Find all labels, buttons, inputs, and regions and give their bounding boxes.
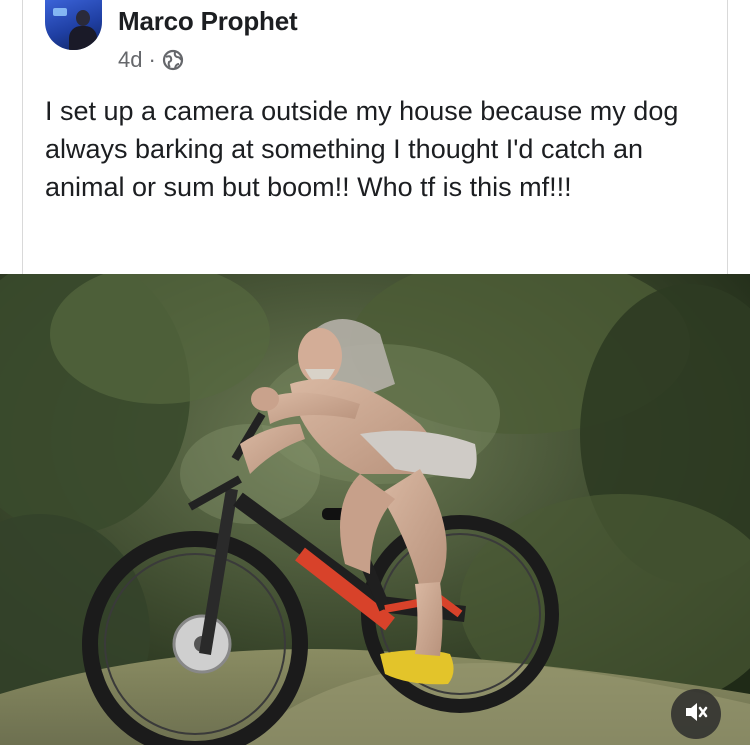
author-name[interactable]: Marco Prophet	[118, 6, 298, 37]
author-avatar[interactable]	[45, 0, 102, 50]
social-post: Marco Prophet 4d · I set up a camera out…	[0, 0, 750, 745]
post-meta: 4d ·	[118, 46, 184, 74]
post-text: I set up a camera outside my house becau…	[45, 96, 679, 202]
globe-icon	[162, 49, 184, 71]
post-time[interactable]: 4d	[118, 47, 142, 73]
speaker-muted-icon	[683, 699, 709, 730]
post-header: Marco Prophet 4d · I set up a camera out…	[22, 0, 728, 274]
mute-toggle-button[interactable]	[671, 689, 721, 739]
post-photo[interactable]	[0, 274, 750, 745]
meta-separator: ·	[148, 47, 156, 72]
